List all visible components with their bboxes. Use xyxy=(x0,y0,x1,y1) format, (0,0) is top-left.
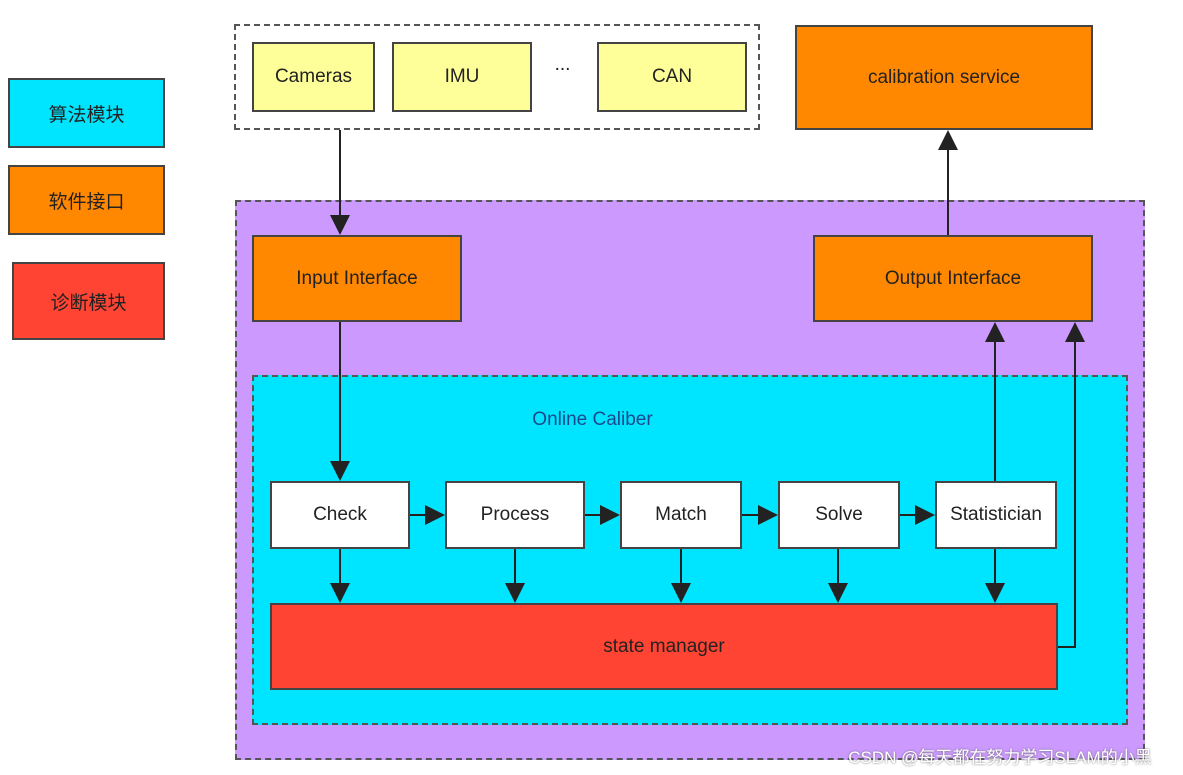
watermark: CSDN @每天都在努力学习SLAM的小黑 xyxy=(848,747,1152,767)
arrow-state-to-output xyxy=(1058,322,1085,648)
arrows xyxy=(330,130,1085,648)
